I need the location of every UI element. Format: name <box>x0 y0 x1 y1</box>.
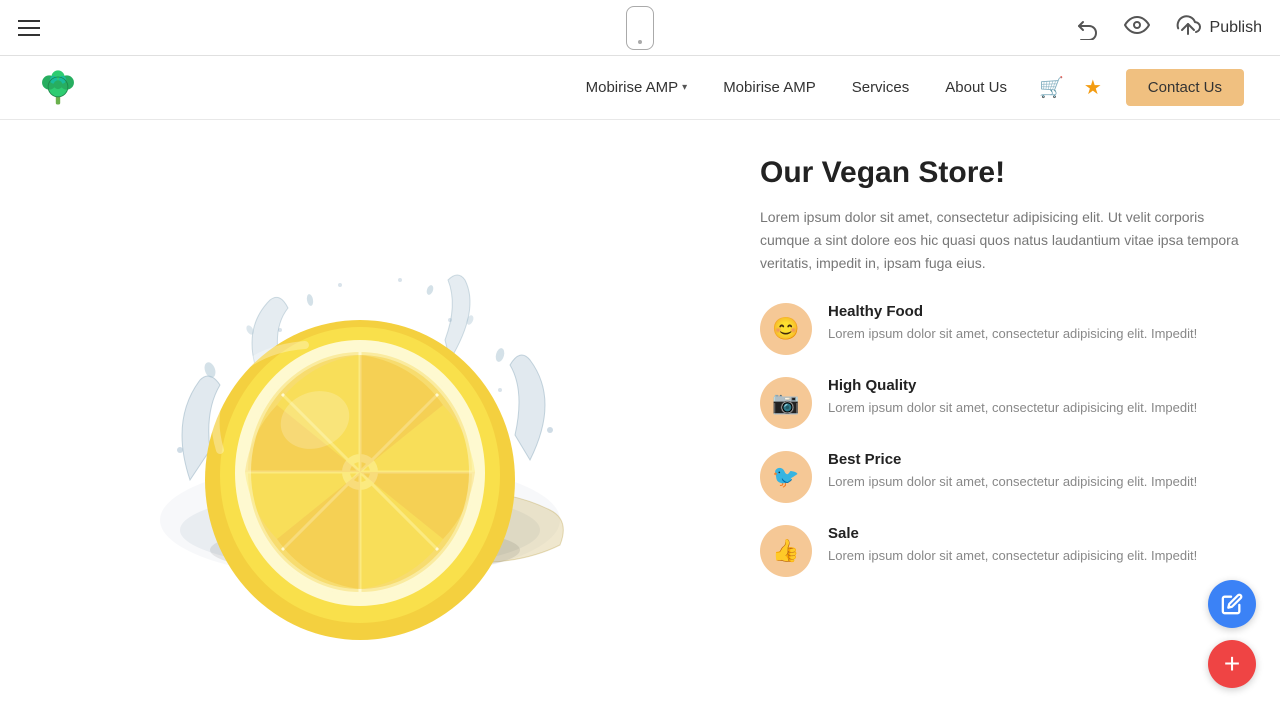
publish-label: Publish <box>1210 19 1262 37</box>
feature-icon-high-quality: 📷 <box>760 377 812 429</box>
navbar: Mobirise AMP ▾ Mobirise AMP Services Abo… <box>0 56 1280 120</box>
feature-desc-sale: Lorem ipsum dolor sit amet, consectetur … <box>828 546 1197 566</box>
feature-desc-healthy-food: Lorem ipsum dolor sit amet, consectetur … <box>828 324 1197 344</box>
edit-fab-button[interactable] <box>1208 580 1256 628</box>
feature-title-high-quality: High Quality <box>828 377 1197 394</box>
publish-button[interactable]: Publish <box>1174 14 1262 42</box>
hamburger-icon[interactable] <box>18 20 40 36</box>
phone-preview-icon[interactable] <box>626 6 654 50</box>
feature-desc-high-quality: Lorem ipsum dolor sit amet, consectetur … <box>828 398 1197 418</box>
feature-text-sale: Sale Lorem ipsum dolor sit amet, consect… <box>828 525 1197 566</box>
nav-icons: 🛒 ★ <box>1039 75 1102 100</box>
hero-description: Lorem ipsum dolor sit amet, consectetur … <box>760 206 1240 275</box>
lemon-image <box>110 200 610 640</box>
add-fab-button[interactable]: + <box>1208 640 1256 688</box>
feature-title-healthy-food: Healthy Food <box>828 303 1197 320</box>
nav-link-mobirise1[interactable]: Mobirise AMP ▾ <box>586 79 688 96</box>
nav-link-services[interactable]: Services <box>852 79 910 96</box>
star-icon[interactable]: ★ <box>1084 75 1102 100</box>
site-logo[interactable] <box>36 66 80 110</box>
cloud-icon <box>1174 14 1202 42</box>
fab-container: + <box>1208 580 1256 688</box>
feature-item-high-quality: 📷 High Quality Lorem ipsum dolor sit ame… <box>760 377 1240 429</box>
chevron-down-icon: ▾ <box>682 82 687 93</box>
features-list: 😊 Healthy Food Lorem ipsum dolor sit ame… <box>760 303 1240 577</box>
features-section: Our Vegan Store! Lorem ipsum dolor sit a… <box>720 120 1280 720</box>
feature-text-best-price: Best Price Lorem ipsum dolor sit amet, c… <box>828 451 1197 492</box>
feature-icon-sale: 👍 <box>760 525 812 577</box>
main-content: Our Vegan Store! Lorem ipsum dolor sit a… <box>0 120 1280 720</box>
feature-text-healthy-food: Healthy Food Lorem ipsum dolor sit amet,… <box>828 303 1197 344</box>
nav-links: Mobirise AMP ▾ Mobirise AMP Services Abo… <box>586 79 1007 96</box>
hero-title: Our Vegan Store! <box>760 156 1240 190</box>
toolbar: Publish <box>0 0 1280 56</box>
feature-item-healthy-food: 😊 Healthy Food Lorem ipsum dolor sit ame… <box>760 303 1240 355</box>
toolbar-left <box>18 20 40 36</box>
feature-item-sale: 👍 Sale Lorem ipsum dolor sit amet, conse… <box>760 525 1240 577</box>
feature-title-best-price: Best Price <box>828 451 1197 468</box>
nav-link-about[interactable]: About Us <box>945 79 1007 96</box>
feature-icon-healthy-food: 😊 <box>760 303 812 355</box>
contact-button[interactable]: Contact Us <box>1126 69 1244 106</box>
feature-desc-best-price: Lorem ipsum dolor sit amet, consectetur … <box>828 472 1197 492</box>
feature-icon-best-price: 🐦 <box>760 451 812 503</box>
preview-icon[interactable] <box>1124 15 1150 41</box>
feature-text-high-quality: High Quality Lorem ipsum dolor sit amet,… <box>828 377 1197 418</box>
nav-link-mobirise2[interactable]: Mobirise AMP <box>723 79 816 96</box>
feature-title-sale: Sale <box>828 525 1197 542</box>
cart-icon[interactable]: 🛒 <box>1039 75 1064 100</box>
toolbar-center <box>626 6 654 50</box>
feature-item-best-price: 🐦 Best Price Lorem ipsum dolor sit amet,… <box>760 451 1240 503</box>
toolbar-right: Publish <box>1076 14 1262 42</box>
hero-image-section <box>0 120 720 720</box>
undo-icon[interactable] <box>1076 16 1100 40</box>
